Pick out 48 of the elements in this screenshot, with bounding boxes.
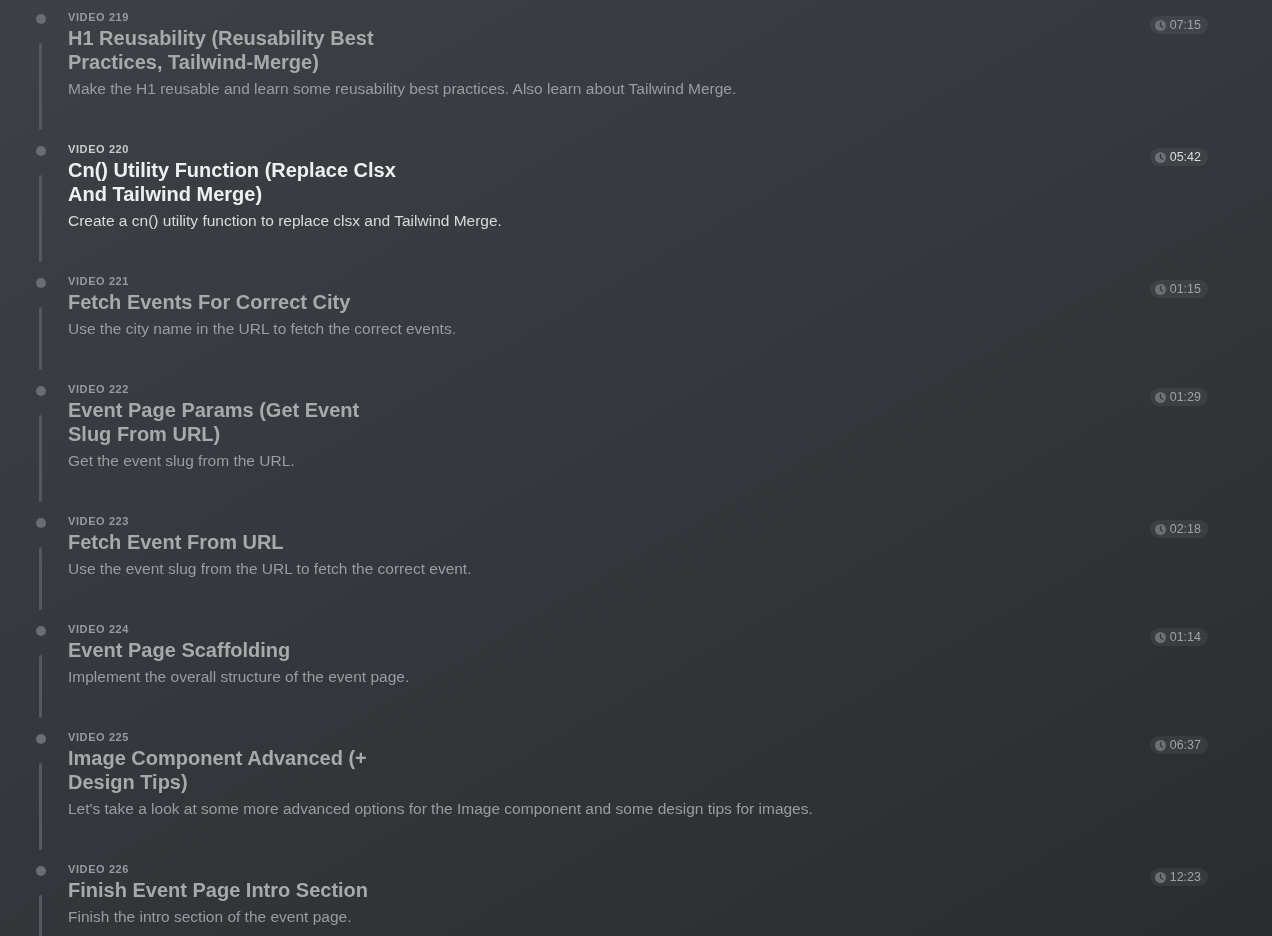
video-number: VIDEO 226 [68, 862, 130, 876]
duration-text: 12:23 [1169, 870, 1201, 884]
duration-text: 02:18 [1169, 522, 1201, 536]
video-title[interactable]: Event Page Scaffolding [68, 638, 291, 662]
timeline-dot-icon [35, 386, 46, 396]
timeline-dot-icon [35, 278, 46, 288]
clock-icon [1154, 391, 1166, 403]
video-number: VIDEO 222 [68, 382, 130, 396]
duration-text: 01:15 [1169, 282, 1201, 296]
video-title[interactable]: H1 Reusability (Reusability Best Practices, Tailwind-Merge) [68, 26, 402, 74]
clock-icon [1154, 631, 1166, 643]
clock-icon [1154, 283, 1166, 295]
video-number: VIDEO 225 [68, 730, 130, 744]
video-number: VIDEO 219 [68, 10, 130, 24]
video-number: VIDEO 224 [68, 622, 130, 636]
video-title[interactable]: Cn() Utility Function (Replace Clsx And Tailwind Merge) [68, 158, 402, 206]
video-title[interactable]: Finish Event Page Intro Section [68, 878, 369, 902]
timeline-dot-icon [35, 146, 46, 156]
timeline-dot-icon [35, 14, 46, 24]
duration-text: 06:37 [1169, 738, 1201, 752]
duration-text: 05:42 [1169, 150, 1201, 164]
clock-icon [1154, 871, 1166, 883]
video-description: Implement the overall structure of the event page. [68, 667, 410, 687]
clock-icon [1154, 19, 1166, 31]
timeline-dot-icon [35, 866, 46, 876]
timeline-dot-icon [35, 518, 46, 528]
clock-icon [1154, 151, 1166, 163]
video-description: Make the H1 reusable and learn some reusability best practices. Also learn about Tailwind Merge. [68, 79, 737, 99]
video-description: Use the event slug from the URL to fetch the correct event. [68, 559, 472, 579]
video-description: Let's take a look at some more advanced options for the Image component and some design tips for images. [68, 799, 813, 819]
duration-text: 01:14 [1169, 630, 1201, 644]
clock-icon [1154, 523, 1166, 535]
duration-text: 01:29 [1169, 390, 1201, 404]
clock-icon [1154, 739, 1166, 751]
duration-text: 07:15 [1169, 18, 1201, 32]
video-title[interactable]: Event Page Params (Get Event Slug From URL) [68, 398, 402, 446]
video-description: Finish the intro section of the event page. [68, 907, 352, 927]
video-number: VIDEO 223 [68, 514, 130, 528]
video-description: Get the event slug from the URL. [68, 451, 295, 471]
video-number: VIDEO 221 [68, 274, 130, 288]
timeline-dot-icon [35, 626, 46, 636]
video-title[interactable]: Image Component Advanced (+ Design Tips) [68, 746, 402, 794]
video-title[interactable]: Fetch Event From URL [68, 530, 284, 554]
video-description: Use the city name in the URL to fetch the correct events. [68, 319, 456, 339]
timeline-dot-icon [35, 734, 46, 744]
video-number: VIDEO 220 [68, 142, 130, 156]
video-title[interactable]: Fetch Events For Correct City [68, 290, 351, 314]
video-description: Create a cn() utility function to replace clsx and Tailwind Merge. [68, 211, 502, 231]
